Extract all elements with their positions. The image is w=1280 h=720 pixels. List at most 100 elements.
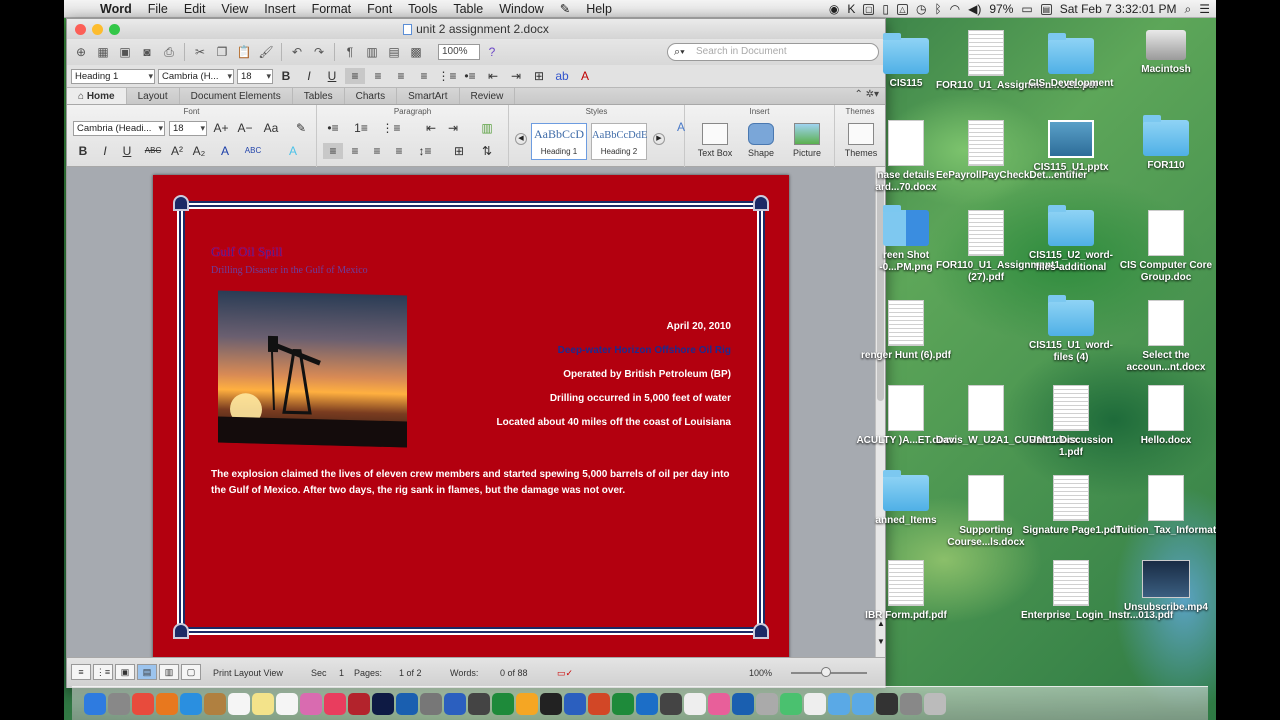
change-case-icon[interactable]: Aa	[261, 120, 281, 136]
record-icon[interactable]: ◉	[829, 2, 839, 16]
paste-icon[interactable]: 📋	[234, 42, 254, 62]
time-machine-icon[interactable]: ◷	[916, 2, 926, 16]
zoom-select[interactable]: 100%	[438, 44, 480, 60]
shading-icon[interactable]: ⊞	[449, 143, 469, 159]
menu-tools[interactable]: Tools	[400, 2, 445, 16]
ribbon-outdent-icon[interactable]: ⇤	[421, 120, 441, 136]
notification-center-icon[interactable]: ☰	[1199, 2, 1210, 16]
ribbon-align-right[interactable]: ≡	[367, 143, 387, 159]
paintbrush-icon[interactable]	[660, 692, 682, 715]
calculator-icon[interactable]	[900, 692, 922, 715]
kaspersky-icon[interactable]: K	[847, 2, 855, 16]
volume-icon[interactable]: ◀)	[968, 2, 981, 16]
flag-icon[interactable]: ▤	[1040, 3, 1052, 15]
menu-help[interactable]: Help	[578, 2, 620, 16]
desktop-icon[interactable]: CIS115_U2_word-files-additional	[1021, 205, 1121, 274]
desktop-icon[interactable]: CIS115_U1_word-files (4)	[1021, 295, 1121, 364]
print-icon[interactable]: ⎙	[159, 42, 179, 62]
publishing-view-icon[interactable]: ▣	[115, 664, 135, 680]
help-icon[interactable]: ?	[482, 42, 502, 62]
iphone-icon[interactable]	[540, 692, 562, 715]
contacts-icon[interactable]	[204, 692, 226, 715]
decrease-indent-icon[interactable]: ⇤	[483, 68, 503, 84]
ribbon-indent-icon[interactable]: ⇥	[443, 120, 463, 136]
ribbon-size-dropdown[interactable]: 18	[169, 121, 207, 136]
desktop-icon[interactable]: Tuition_Tax_Information...14.docx	[1116, 475, 1216, 537]
photoshop-icon[interactable]	[372, 692, 394, 715]
doc-line-rig[interactable]: Deep-water Horizon Offshore Oil Rig	[558, 345, 731, 356]
messages-icon[interactable]	[780, 692, 802, 715]
quicktime2-icon[interactable]	[732, 692, 754, 715]
font-size-dropdown[interactable]: 18	[237, 68, 273, 84]
grow-font-icon[interactable]: A+	[211, 120, 231, 136]
desktop-icon[interactable]: Unit 1 Discussion 1.pdf	[1021, 385, 1121, 459]
desktop-icon[interactable]: FOR110	[1116, 115, 1216, 172]
safari-icon[interactable]	[180, 692, 202, 715]
sort-icon[interactable]: ⇅	[477, 143, 497, 159]
undo-icon[interactable]: ↶	[287, 42, 307, 62]
tab-document-elements[interactable]: Document Elements	[180, 88, 293, 104]
help-icon[interactable]	[684, 692, 706, 715]
toolbox-icon[interactable]: ▩	[406, 42, 426, 62]
borders-icon[interactable]: ⊞	[529, 68, 549, 84]
strikethrough-icon[interactable]: ABC	[143, 143, 163, 159]
menu-insert[interactable]: Insert	[256, 2, 303, 16]
preferences-icon[interactable]	[420, 692, 442, 715]
document-title[interactable]: Gulf Oil Spill	[211, 244, 283, 260]
subscript-icon[interactable]: A₂	[189, 143, 209, 159]
photos2-icon[interactable]	[708, 692, 730, 715]
increase-indent-icon[interactable]: ⇥	[506, 68, 526, 84]
itunes-icon[interactable]	[324, 692, 346, 715]
zoom-button[interactable]	[109, 24, 120, 35]
align-right-icon[interactable]: ≡	[391, 68, 411, 84]
menu-table[interactable]: Table	[445, 2, 491, 16]
word-icon[interactable]	[444, 692, 466, 715]
terminal-icon[interactable]	[876, 692, 898, 715]
show-formatting-icon[interactable]: ¶	[340, 42, 360, 62]
ribbon-italic[interactable]: I	[95, 143, 115, 159]
bullet-list-icon[interactable]: •≡	[460, 68, 480, 84]
document-area[interactable]: Gulf Oil Spill Drilling Disaster in the …	[67, 167, 875, 657]
highlight-icon[interactable]: ab	[552, 68, 572, 84]
text-effects-icon[interactable]: A	[283, 143, 303, 159]
desktop-icon[interactable]: Unsubscribe.mp4	[1116, 560, 1216, 614]
superscript-icon[interactable]: A²	[167, 143, 187, 159]
finder-icon[interactable]	[84, 692, 106, 715]
underline-button[interactable]: U	[322, 68, 342, 84]
clear-formatting-icon[interactable]: ✎	[291, 120, 311, 136]
zoom-slider-knob[interactable]	[821, 667, 831, 677]
chrome-icon[interactable]	[132, 692, 154, 715]
menu-edit[interactable]: Edit	[176, 2, 214, 16]
doc-line-depth[interactable]: Drilling occurred in 5,000 feet of water	[550, 393, 731, 404]
notebook-view-icon[interactable]: ▥	[159, 664, 179, 680]
numbered-list-icon[interactable]: ⋮≡	[437, 68, 457, 84]
photobooth-icon[interactable]	[348, 692, 370, 715]
shape-button[interactable]: Shape	[741, 123, 781, 158]
font-color-icon[interactable]: A	[575, 68, 595, 84]
justify-icon[interactable]: ≡	[414, 68, 434, 84]
picture-button[interactable]: Picture	[787, 123, 827, 158]
desktop-icon[interactable]: CIS_Development	[1021, 33, 1121, 90]
styles-prev-icon[interactable]: ◀	[515, 133, 527, 145]
draft-view-icon[interactable]: ≡	[71, 664, 91, 680]
italic-button[interactable]: I	[299, 68, 319, 84]
doc-body-paragraph[interactable]: The explosion claimed the lives of eleve…	[211, 467, 741, 499]
save-icon[interactable]: ◙	[137, 42, 157, 62]
ribbon-options-icon[interactable]: ⌃ ✲▾	[854, 89, 879, 100]
ribbon-justify[interactable]: ≡	[389, 143, 409, 159]
tab-smartart[interactable]: SmartArt	[397, 88, 460, 104]
powerpoint-icon[interactable]	[588, 692, 610, 715]
desktop-icon[interactable]: CIS115_U1.pptx	[1021, 120, 1121, 174]
document-subtitle[interactable]: Drilling Disaster in the Gulf of Mexico	[211, 265, 368, 276]
firefox-icon[interactable]	[156, 692, 178, 715]
new-document-icon[interactable]: ⊕	[71, 42, 91, 62]
spelling-status-icon[interactable]: ▭✓	[557, 668, 573, 679]
desktop-icon[interactable]: Signature Page1.pdf	[1021, 475, 1121, 537]
doc-line-date[interactable]: April 20, 2010	[667, 321, 731, 332]
text-box-button[interactable]: Text Box	[695, 123, 735, 158]
outlook-icon[interactable]	[636, 692, 658, 715]
desktop-icon[interactable]: Select the accoun...nt.docx	[1116, 300, 1216, 374]
menu-app-name[interactable]: Word	[96, 2, 140, 16]
menu-window[interactable]: Window	[491, 2, 551, 16]
folder2-icon[interactable]	[852, 692, 874, 715]
